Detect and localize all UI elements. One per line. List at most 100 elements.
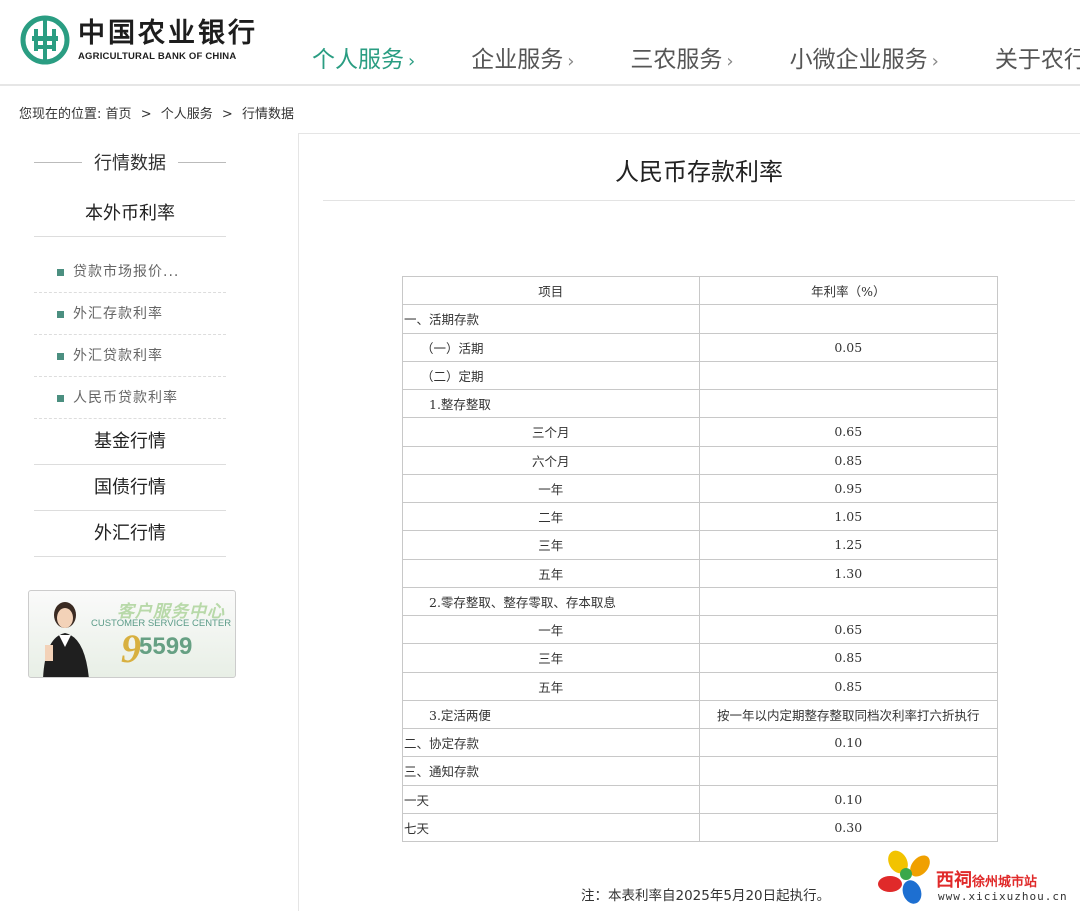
sidebar-subitem-rmb-loan-rate[interactable]: 人民币贷款利率 bbox=[34, 377, 226, 419]
nav-about-abc[interactable]: 关于农行› bbox=[995, 40, 1080, 74]
nav-personal-services[interactable]: 个人服务 › bbox=[312, 40, 415, 74]
table-header-row: 项目 年利率（%） bbox=[402, 275, 999, 306]
table-row: 七天 0.30 bbox=[402, 812, 999, 843]
logo-chinese-name: 中国农业银行 bbox=[78, 17, 258, 49]
breadcrumb-separator: > bbox=[140, 107, 152, 122]
watermark-brand-sub: 徐州城市站 bbox=[972, 875, 1038, 890]
rate-value-cell: 按一年以内定期整存整取同档次利率打六折执行 bbox=[698, 699, 999, 730]
sidebar-subitem-loan-prime-rate[interactable]: 贷款市场报价... bbox=[34, 251, 226, 293]
table-row: 一、活期存款 bbox=[402, 304, 999, 334]
breadcrumb-market-data[interactable]: 行情数据 bbox=[242, 107, 294, 122]
footnote: 注：本表利率自2025年5月20日起执行。 bbox=[581, 888, 831, 904]
subitem-label: 外汇贷款利率 bbox=[73, 348, 163, 364]
nav-label: 关于农行 bbox=[994, 47, 1080, 73]
banner-title-en: CUSTOMER SERVICE CENTER bbox=[91, 618, 232, 629]
rate-value-cell: 0.30 bbox=[698, 812, 999, 843]
main-content: 人民币存款利率 项目 年利率（%） 一、活期存款 （一）活期 0.05 （二）定期 1.… bbox=[298, 133, 1080, 911]
column-header-item: 项目 bbox=[402, 275, 700, 306]
column-header-rate: 年利率（%） bbox=[698, 275, 999, 306]
rate-value-cell: 0.10 bbox=[698, 727, 999, 758]
title-divider bbox=[323, 200, 1075, 201]
watermark-brand-main: 西祠 bbox=[936, 870, 972, 891]
rate-value-cell: 0.85 bbox=[698, 445, 999, 475]
table-row: 五年 0.85 bbox=[402, 671, 999, 701]
nav-label: 企业服务 bbox=[471, 47, 564, 73]
nav-rural-services[interactable]: 三农服务 › bbox=[630, 40, 733, 74]
table-row: 1.整存整取 bbox=[402, 388, 999, 419]
chevron-right-icon: › bbox=[567, 51, 575, 72]
sidebar-item-fx[interactable]: 外汇行情 bbox=[34, 511, 226, 557]
customer-service-banner[interactable]: 客户服务中心 CUSTOMER SERVICE CENTER 9 5599 bbox=[28, 590, 236, 678]
rate-item-cell: 三、通知存款 bbox=[402, 756, 700, 786]
sidebar-title-text: 行情数据 bbox=[94, 153, 166, 174]
breadcrumb-home[interactable]: 首页 bbox=[106, 107, 132, 122]
breadcrumb: 您现在的位置: 首页 > 个人服务 > 行情数据 bbox=[19, 103, 294, 122]
rate-value-cell: 1.25 bbox=[698, 530, 999, 560]
rate-value-cell: 0.10 bbox=[698, 784, 999, 814]
rate-value-cell bbox=[698, 360, 999, 391]
table-row: 六个月 0.85 bbox=[402, 445, 999, 475]
table-row: （二）定期 bbox=[402, 360, 999, 391]
table-row: 五年 1.30 bbox=[402, 558, 999, 588]
bank-logo[interactable]: 中国农业银行 AGRICULTURAL BANK OF CHINA bbox=[20, 14, 258, 66]
rate-value-cell bbox=[698, 388, 999, 419]
deposit-rate-table: 项目 年利率（%） 一、活期存款 （一）活期 0.05 （二）定期 1.整存整取 三个月 0… bbox=[402, 275, 999, 843]
sidebar-item-bond[interactable]: 国债行情 bbox=[34, 465, 226, 511]
sidebar-item-fund[interactable]: 基金行情 bbox=[34, 419, 226, 465]
rate-value-cell: 0.65 bbox=[698, 417, 999, 447]
rate-item-cell: 一年 bbox=[402, 473, 700, 504]
rate-item-cell: 二年 bbox=[402, 501, 700, 532]
table-row: 一天 0.10 bbox=[402, 784, 999, 814]
title-divider bbox=[178, 161, 226, 163]
rate-item-cell: 三个月 bbox=[402, 417, 700, 447]
nav-label: 三农服务 bbox=[630, 47, 723, 73]
subitem-label: 人民币贷款利率 bbox=[73, 390, 178, 406]
rate-item-cell: 三年 bbox=[402, 530, 700, 560]
rate-item-cell: 2.零存整取、整存零取、存本取息 bbox=[402, 586, 700, 617]
breadcrumb-prefix: 您现在的位置: bbox=[19, 107, 102, 122]
page-title: 人民币存款利率 bbox=[615, 158, 783, 186]
rate-value-cell: 1.05 bbox=[698, 501, 999, 532]
rate-item-cell: （二）定期 bbox=[402, 360, 700, 391]
sidebar-item-rates[interactable]: 本外币利率 bbox=[34, 191, 226, 237]
rate-item-cell: 3.定活两便 bbox=[402, 699, 700, 730]
rate-value-cell: 0.95 bbox=[698, 473, 999, 504]
chevron-right-icon: › bbox=[726, 51, 734, 72]
breadcrumb-personal-services[interactable]: 个人服务 bbox=[161, 107, 213, 122]
xici-watermark: 西祠徐州城市站 www.xicixuzhou.cn bbox=[876, 848, 1076, 908]
service-agent-image bbox=[43, 602, 89, 677]
logo-english-name: AGRICULTURAL BANK OF CHINA bbox=[78, 50, 237, 62]
table-row: 一年 0.95 bbox=[402, 473, 999, 504]
table-body: 一、活期存款 （一）活期 0.05 （二）定期 1.整存整取 三个月 0.65 六个月 0.85… bbox=[402, 304, 999, 843]
table-row: 二、协定存款 0.10 bbox=[402, 727, 999, 758]
table-row: 三、通知存款 bbox=[402, 756, 999, 786]
sidebar-sublist: 贷款市场报价... 外汇存款利率 外汇贷款利率 人民币贷款利率 bbox=[34, 237, 226, 419]
main-nav: 个人服务› 企业服务› 三农服务› 小微企业服务› 关于农行› bbox=[312, 40, 1080, 74]
title-divider bbox=[34, 161, 82, 163]
table-row: 一年 0.65 bbox=[402, 614, 999, 645]
sidebar: 行情数据 本外币利率 贷款市场报价... 外汇存款利率 外汇贷款利率 人民币贷款… bbox=[34, 133, 226, 557]
pinwheel-logo-icon bbox=[878, 850, 930, 904]
rate-item-cell: 1.整存整取 bbox=[402, 388, 700, 419]
subitem-label: 外汇存款利率 bbox=[73, 306, 163, 322]
rate-item-cell: 五年 bbox=[402, 671, 700, 701]
rate-item-cell: 一、活期存款 bbox=[402, 304, 700, 334]
sidebar-subitem-fx-deposit-rate[interactable]: 外汇存款利率 bbox=[34, 293, 226, 335]
sidebar-subitem-fx-loan-rate[interactable]: 外汇贷款利率 bbox=[34, 335, 226, 377]
nav-corporate-services[interactable]: 企业服务 › bbox=[471, 40, 574, 74]
abc-emblem-icon bbox=[20, 15, 70, 65]
sidebar-title: 行情数据 bbox=[34, 133, 226, 191]
table-row: （一）活期 0.05 bbox=[402, 332, 999, 362]
rate-item-cell: 一天 bbox=[402, 784, 700, 814]
rate-value-cell bbox=[698, 586, 999, 617]
nav-small-business-services[interactable]: 小微企业服务 › bbox=[790, 40, 939, 74]
rate-item-cell: （一）活期 bbox=[402, 332, 700, 362]
breadcrumb-separator: > bbox=[221, 107, 233, 122]
table-row: 3.定活两便 按一年以内定期整存整取同档次利率打六折执行 bbox=[402, 699, 999, 730]
banner-hotline-prefix: 9 bbox=[121, 626, 141, 671]
rate-value-cell: 0.85 bbox=[698, 671, 999, 701]
rate-value-cell: 1.30 bbox=[698, 558, 999, 588]
chevron-right-icon: › bbox=[408, 51, 416, 72]
rate-item-cell: 三年 bbox=[402, 643, 700, 673]
table-row: 二年 1.05 bbox=[402, 501, 999, 532]
